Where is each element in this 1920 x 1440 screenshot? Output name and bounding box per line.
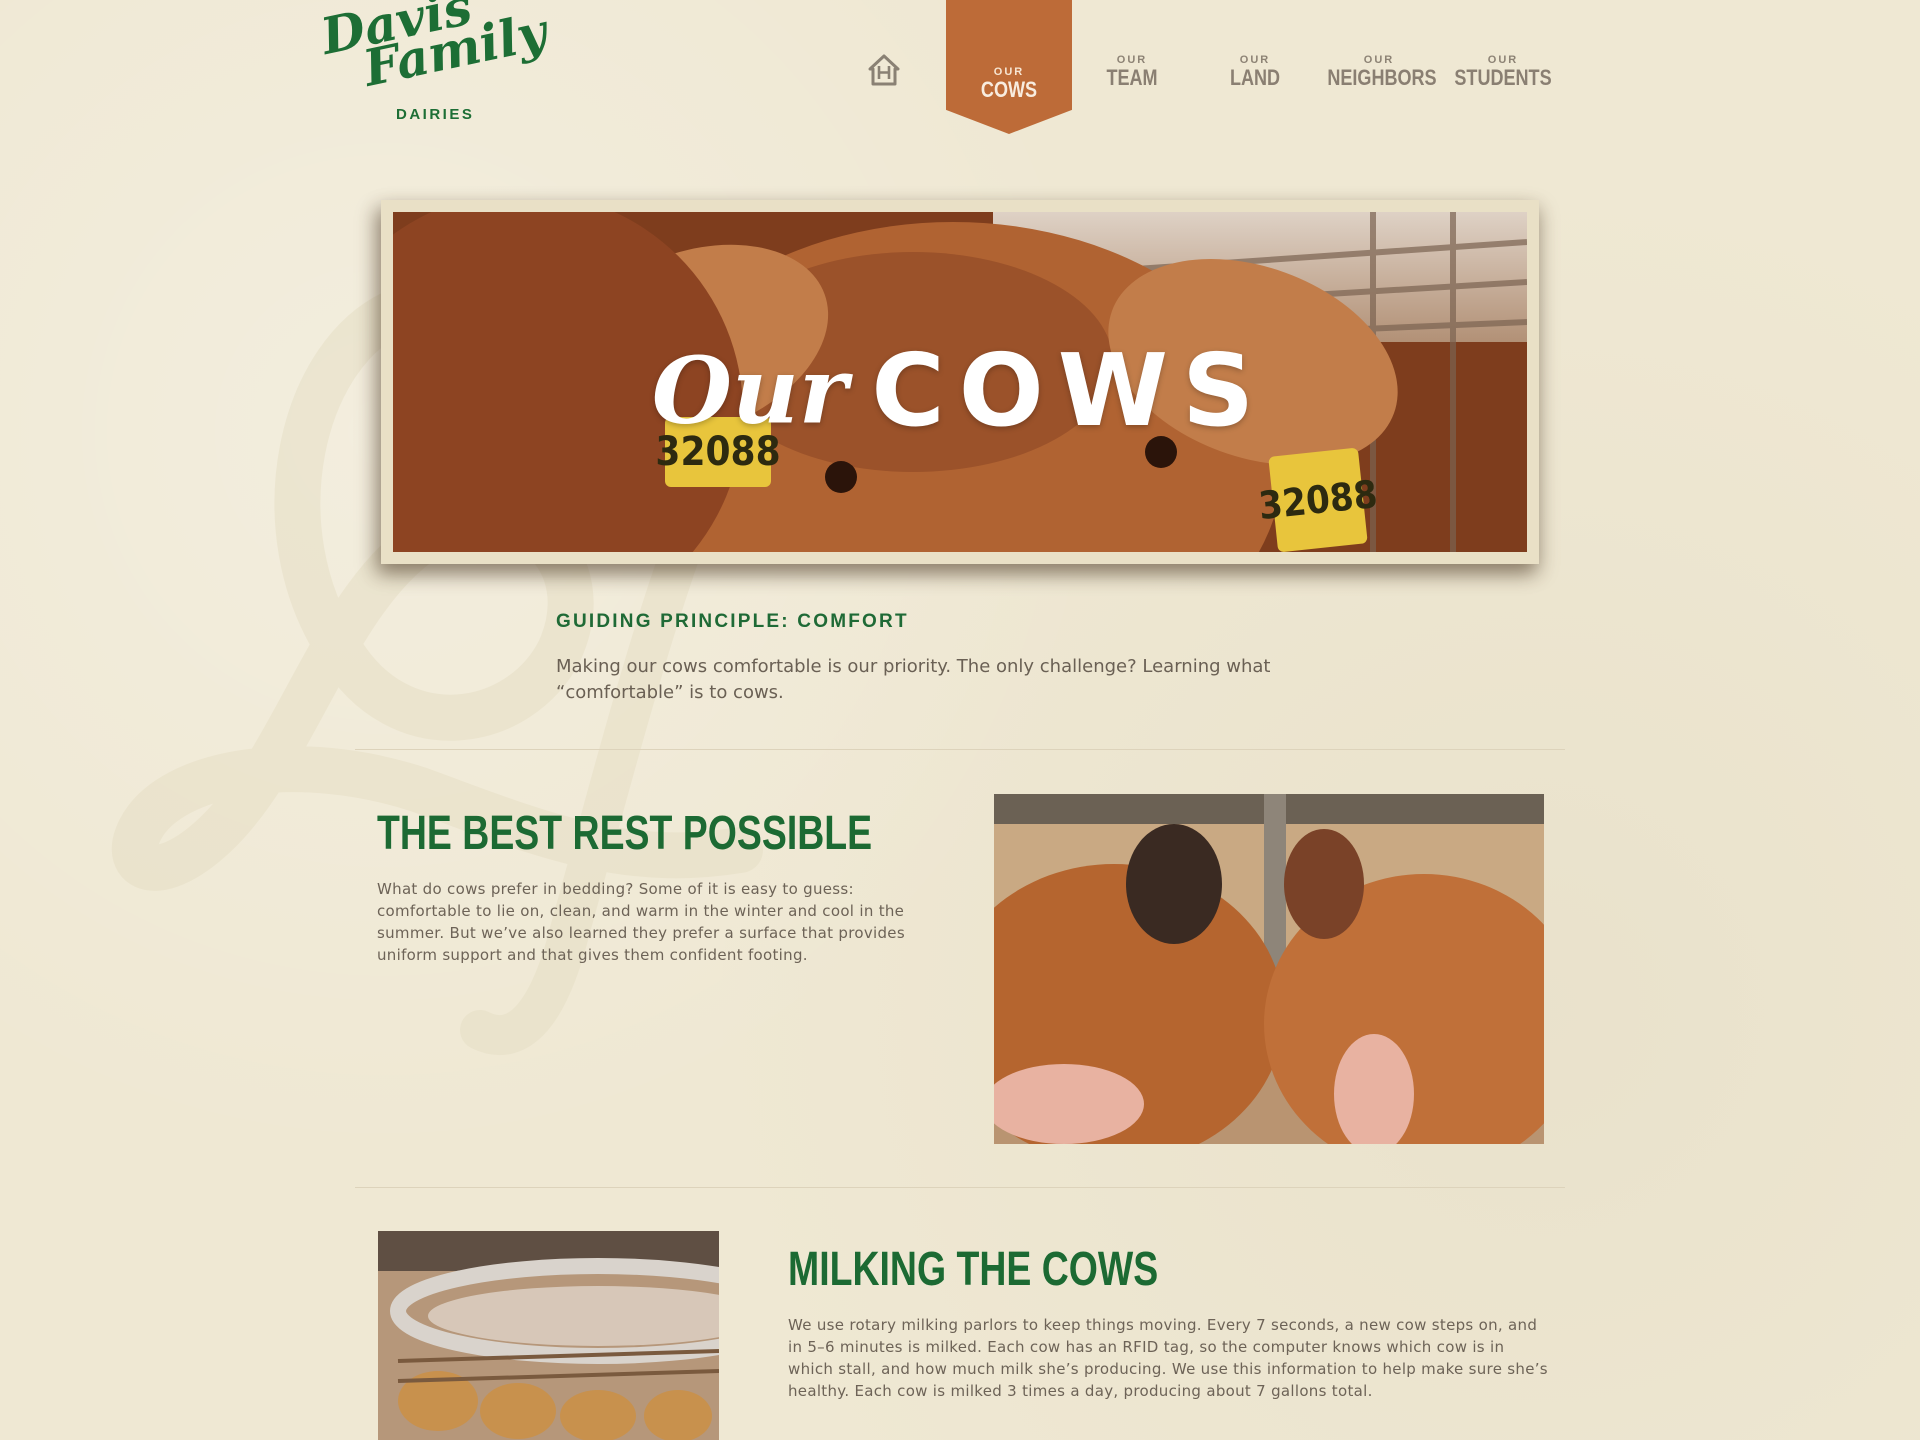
cows-resting-illustration [994,794,1544,1144]
nav-item-label: COWS [980,77,1038,102]
nav-item-our-team[interactable]: OUR TEAM [1069,0,1195,134]
section-text-best-rest: What do cows prefer in bedding? Some of … [377,880,905,964]
milking-parlor-illustration [378,1231,719,1440]
ear-tag-right: 32088 [1257,447,1379,552]
nav-item-our-land[interactable]: OUR LAND [1192,0,1318,134]
nav-item-label: NEIGHBORS [1327,65,1437,90]
hero-banner: 32088 32088 Our COWS [381,200,1539,564]
hero-title-script: Our [651,336,848,445]
nav-item-our-students[interactable]: OUR STUDENTS [1440,0,1566,134]
section-heading-best-rest: THE BEST REST POSSIBLE [377,807,873,860]
main-nav: OUR COWS OUR TEAM OUR LAND OUR NEIGHBORS… [0,0,1920,140]
hero-title: Our COWS [393,332,1527,449]
guiding-principle-heading: GUIDING PRINCIPLE: COMFORT [556,611,909,632]
hero-cow-photo: 32088 32088 Our COWS [393,212,1527,552]
nav-item-label: STUDENTS [1454,65,1552,90]
rotary-milking-parlor-photo [378,1231,719,1440]
nav-item-our-cows[interactable]: OUR COWS [946,0,1072,134]
section-divider [355,1187,1565,1188]
hero-title-caps: COWS [871,332,1269,449]
nav-item-label: LAND [1229,65,1281,90]
section-heading-milking: MILKING THE COWS [788,1243,1159,1296]
home-icon[interactable] [866,52,902,88]
nav-item-our-neighbors[interactable]: OUR NEIGHBORS [1316,0,1442,134]
section-text-milking: We use rotary milking parlors to keep th… [788,1316,1548,1400]
nav-item-label: TEAM [1106,65,1158,90]
cows-resting-photo [994,794,1544,1144]
section-divider [355,749,1565,750]
guiding-principle-text: Making our cows comfortable is our prior… [556,656,1271,703]
